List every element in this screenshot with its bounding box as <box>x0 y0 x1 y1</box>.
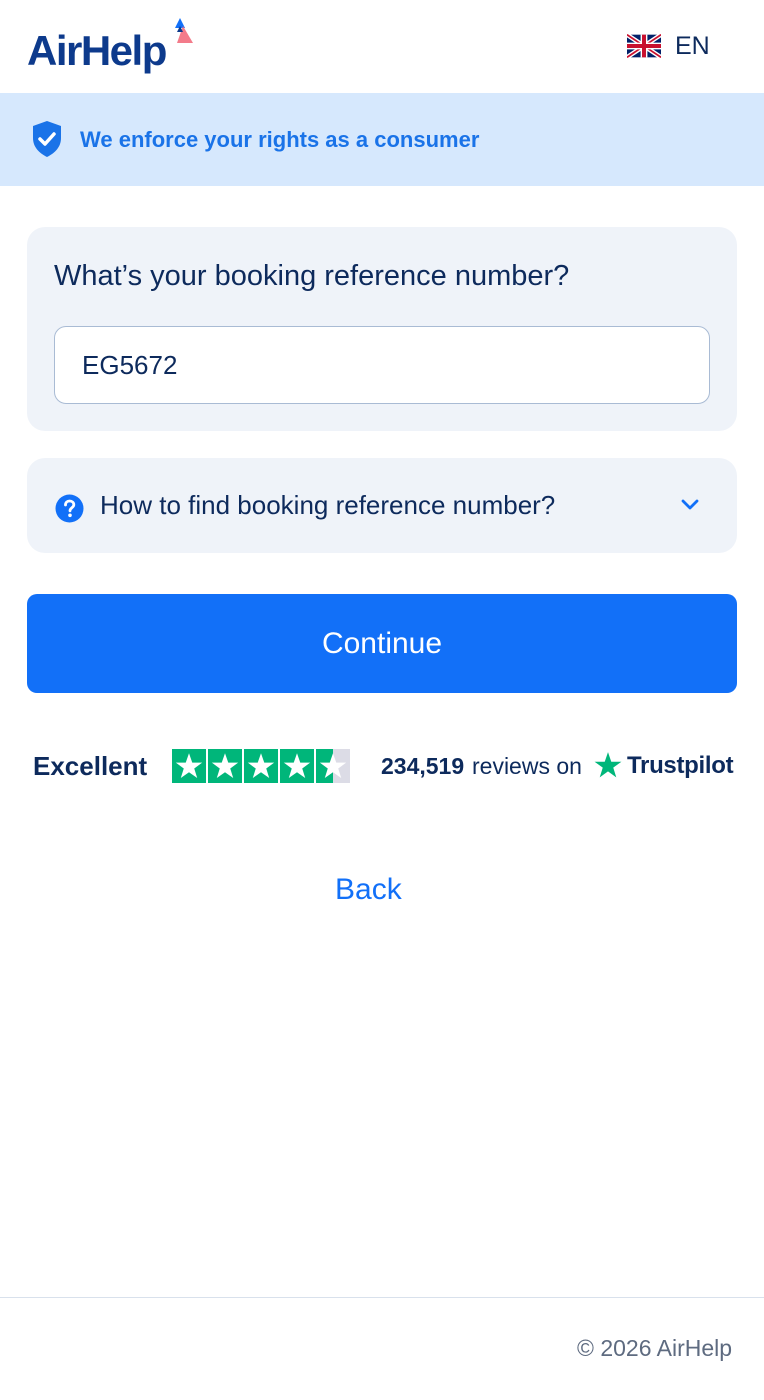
continue-button[interactable]: Continue <box>27 594 737 693</box>
trustpilot-rating-label: Excellent <box>33 751 148 781</box>
header: AirHelp EN <box>0 0 764 93</box>
star-icon <box>211 753 239 779</box>
trustpilot-star-5 <box>316 749 350 783</box>
question-circle-icon <box>55 494 84 523</box>
star-icon <box>175 753 203 779</box>
trustpilot-star-1 <box>172 749 206 783</box>
booking-reference-label: What’s your booking reference number? <box>54 260 570 292</box>
language-code: EN <box>675 31 710 60</box>
footer-divider <box>0 1297 764 1298</box>
chevron-down-icon[interactable] <box>680 498 700 512</box>
trustpilot-stars <box>172 749 354 783</box>
booking-reference-input[interactable] <box>54 326 710 404</box>
trustpilot-review-count: 234,519 <box>381 753 465 779</box>
logo-mark-icon <box>175 18 193 43</box>
language-selector[interactable]: EN <box>627 30 710 62</box>
trustpilot-star-2 <box>208 749 242 783</box>
trustpilot-brand[interactable]: Trustpilot <box>627 752 734 781</box>
uk-flag-icon <box>627 34 661 58</box>
airhelp-logo[interactable]: AirHelp <box>27 18 207 78</box>
trustpilot-star-4 <box>280 749 314 783</box>
star-icon <box>319 753 347 779</box>
banner-text: We enforce your rights as a consumer <box>80 127 480 152</box>
help-accordion-label[interactable]: How to find booking reference number? <box>100 490 555 521</box>
trustpilot-star-icon <box>594 752 622 778</box>
shield-check-icon <box>33 121 61 157</box>
copyright-text: © 2026 AirHelp <box>577 1335 733 1361</box>
logo-text: AirHelp <box>27 27 167 74</box>
trustpilot-reviews-on: reviews on <box>472 753 582 779</box>
star-icon <box>283 753 311 779</box>
back-link[interactable]: Back <box>335 872 402 908</box>
trustpilot-star-3 <box>244 749 278 783</box>
star-icon <box>247 753 275 779</box>
